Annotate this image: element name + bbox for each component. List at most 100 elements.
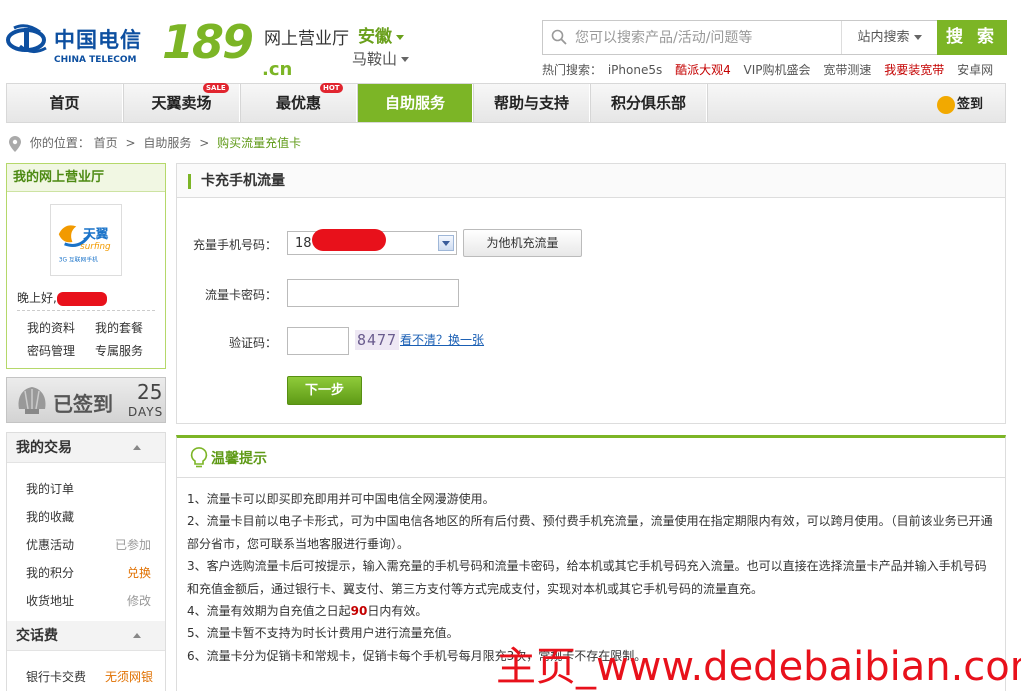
my-plan-link[interactable]: 我的套餐	[95, 319, 143, 336]
tip-item: 4、流量有效期为自充值之日起90日内有效。	[187, 600, 997, 622]
greeting: 晚上好,	[17, 289, 107, 306]
tip-item: 1、流量卡可以即买即充即用并可中国电信全网漫游使用。	[187, 492, 495, 506]
avatar[interactable]: 天翼 surfing 3G 互联网手机	[50, 204, 122, 276]
title-accent-bar	[188, 174, 191, 189]
city-label: 马鞍山	[352, 50, 398, 68]
sale-badge: SALE	[203, 83, 229, 93]
hot-badge: HOT	[320, 83, 343, 93]
card-password-input[interactable]	[287, 279, 459, 307]
nav-item-label: 天翼卖场	[151, 94, 212, 112]
signed-text: 已签到	[53, 392, 113, 416]
signed-in-badge[interactable]: 已签到 25 DAYS	[6, 377, 166, 423]
trade-row-label: 我的订单	[26, 482, 75, 496]
trade-panel: 我的交易 我的订单 我的收藏 优惠活动 已参加 我的积分 兑换 收货地址 修改 交话费…	[6, 432, 166, 691]
fee-section-header[interactable]: 交话费	[7, 621, 165, 651]
my-hall-title: 我的网上营业厅	[7, 164, 165, 192]
my-hall-panel: 我的网上营业厅 天翼 surfing 3G 互联网手机 晚上好, 我的资料 我的…	[6, 163, 166, 369]
search-bar: 您可以搜索产品/活动/问题等 站内搜索 搜 索	[542, 20, 1007, 55]
breadcrumb-current: 购买流量充值卡	[217, 136, 302, 150]
hot-search-label: 热门搜索：	[542, 63, 603, 77]
breadcrumb-sep: >	[199, 136, 210, 150]
search-scope-dropdown[interactable]: 站内搜索	[841, 21, 937, 54]
tip-item: 2、流量卡目前以电子卡形式，可为中国电信各地区的所有后付费、预付费手机充流量，流…	[187, 514, 993, 551]
form-header: 卡充手机流量	[177, 164, 1005, 198]
recharge-other-phone-button[interactable]: 为他机充流量	[463, 229, 582, 257]
phone-number-select[interactable]: 18	[287, 229, 457, 255]
nav-item-deals[interactable]: 最优惠 HOT	[241, 83, 357, 122]
hot-search-item[interactable]: 宽带测速	[823, 63, 871, 77]
logo-text-en: CHINA TELECOM	[54, 55, 137, 65]
phone-value: 18	[295, 236, 312, 251]
tip-item: 3、客户选购流量卡后可按提示，输入需充量的手机号码和流量卡密码，给本机或其它手机…	[187, 559, 987, 596]
nav-item-points-club[interactable]: 积分俱乐部	[591, 84, 707, 122]
greeting-text: 晚上好,	[17, 291, 57, 305]
redeem-link[interactable]: 兑换	[127, 564, 151, 581]
trade-section-header[interactable]: 我的交易	[7, 433, 165, 463]
chevron-down-icon	[396, 34, 404, 40]
nav-item-mall[interactable]: 天翼卖场 SALE	[124, 83, 240, 122]
search-input[interactable]: 您可以搜索产品/活动/问题等	[575, 27, 835, 49]
trade-row-label: 优惠活动	[26, 538, 75, 552]
nav-item-home[interactable]: 首页	[7, 84, 123, 122]
trade-row-orders[interactable]: 我的订单	[26, 480, 151, 497]
tip-item-text: 4、流量有效期为自充值之日起	[187, 604, 351, 619]
redacted-username	[56, 291, 107, 306]
chevron-down-icon	[913, 35, 922, 40]
refresh-captcha-link[interactable]: 看不清？换一张	[400, 331, 484, 348]
trade-row-points[interactable]: 我的积分 兑换	[26, 564, 151, 581]
hot-search-item[interactable]: iPhone5s	[608, 63, 662, 77]
trade-row-status: 已参加	[114, 538, 151, 552]
validity-days: 90	[350, 604, 368, 619]
fee-row-bankcard[interactable]: 银行卡交费 无须网银	[26, 668, 153, 685]
logo-189-text: 189	[162, 15, 254, 69]
logo-text-cn: 中国电信	[54, 28, 142, 52]
captcha-label: 验证码：	[228, 336, 277, 350]
search-scope-label: 站内搜索	[857, 30, 910, 45]
breadcrumb-section[interactable]: 自助服务	[143, 136, 191, 150]
hot-search-item[interactable]: 酷派大观4	[675, 63, 731, 77]
nav-item-label: 最优惠	[275, 94, 321, 112]
china-telecom-logo[interactable]: 中国电信 CHINA TELECOM	[6, 18, 151, 68]
search-button[interactable]: 搜 索	[937, 20, 1007, 55]
trade-title: 我的交易	[16, 440, 72, 456]
nav-item-self-service[interactable]: 自助服务	[358, 84, 473, 122]
nav-item-help[interactable]: 帮助与支持	[474, 84, 590, 122]
form-title: 卡充手机流量	[201, 173, 285, 189]
trade-row-promotions[interactable]: 优惠活动 已参加	[26, 536, 151, 553]
hot-search-item[interactable]: 我要装宽带	[884, 63, 944, 77]
breadcrumb-sep: >	[125, 136, 136, 150]
trade-row-favorites[interactable]: 我的收藏	[26, 508, 151, 525]
fee-row-label: 银行卡交费	[26, 670, 87, 684]
captcha-input[interactable]	[287, 327, 349, 355]
avatar-brand: 天翼	[83, 226, 109, 241]
avatar-caption: 3G 互联网手机	[59, 255, 98, 263]
trade-row-address[interactable]: 收货地址 修改	[26, 592, 151, 609]
next-step-button[interactable]: 下一步	[287, 376, 362, 405]
breadcrumb-label: 你的位置：	[29, 136, 90, 150]
trade-row-label: 我的收藏	[26, 510, 75, 524]
city-selector[interactable]: 马鞍山	[352, 48, 410, 69]
189-logo[interactable]: 189 .cn	[162, 15, 292, 80]
password-link[interactable]: 密码管理	[27, 342, 75, 359]
my-profile-link[interactable]: 我的资料	[27, 319, 75, 336]
tianyi-logo-icon: 天翼 surfing 3G 互联网手机	[58, 225, 111, 263]
dropdown-arrow-icon[interactable]	[438, 235, 454, 251]
redacted-phone	[312, 229, 386, 251]
exclusive-service-link[interactable]: 专属服务	[95, 342, 143, 359]
tips-title: 温馨提示	[211, 451, 267, 467]
avatar-sub: surfing	[80, 242, 111, 252]
captcha-image[interactable]: 8477	[355, 330, 399, 350]
signin-button[interactable]: 签到	[937, 93, 983, 114]
hot-search-item[interactable]: 安卓网	[957, 63, 993, 77]
modify-link[interactable]: 修改	[127, 592, 151, 609]
location-pin-icon	[9, 135, 21, 152]
chevron-up-icon	[133, 445, 141, 450]
phone-label: 充量手机号码：	[192, 238, 277, 252]
watermark-text: 主页_www.dedebaibian.com	[496, 644, 1021, 690]
china-telecom-logo-icon	[6, 24, 47, 53]
breadcrumb-home[interactable]: 首页	[94, 136, 118, 150]
province-selector[interactable]: 安徽	[358, 22, 404, 47]
province-label: 安徽	[358, 27, 392, 47]
hot-search-item[interactable]: VIP购机盛会	[744, 63, 811, 77]
chevron-down-icon	[401, 57, 410, 62]
